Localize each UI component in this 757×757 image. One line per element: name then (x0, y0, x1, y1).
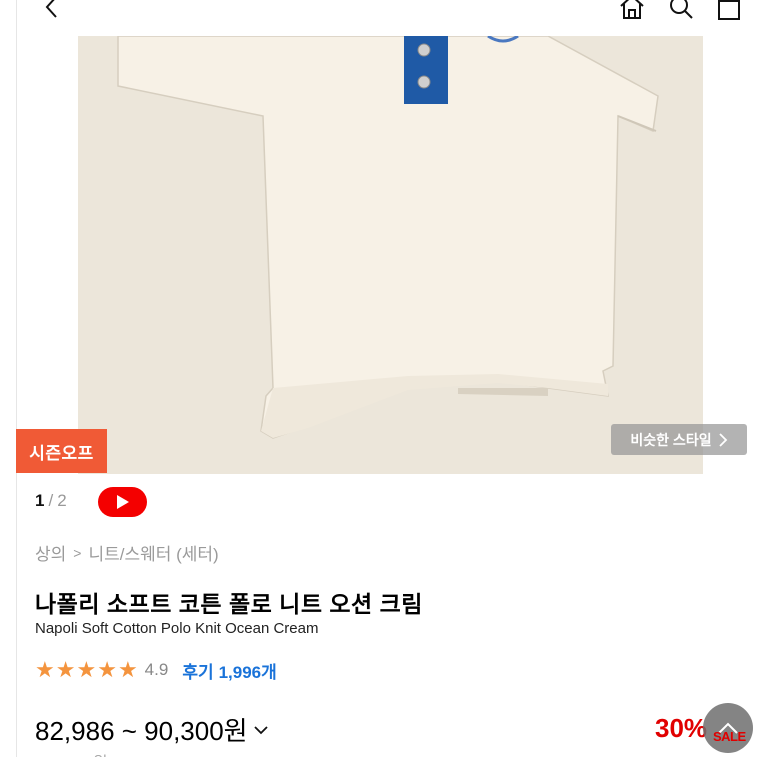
scroll-top-button[interactable]: SALE (703, 703, 753, 753)
similar-style-label: 비슷한 스타일 (630, 431, 712, 448)
image-counter: 1/2 (35, 491, 67, 511)
knit-polo-illustration (78, 36, 703, 474)
home-button[interactable] (617, 0, 647, 22)
star-icon: ★ (97, 657, 117, 682)
breadcrumb: 상의 > 니트/스웨터 (세터) (35, 540, 219, 565)
star-rating: ★ ★ ★ ★ ★ (35, 659, 138, 681)
rating-row: ★ ★ ★ ★ ★ 4.9 후기 1,996개 (35, 657, 277, 683)
chevron-right-icon (718, 432, 727, 447)
price-range-selector[interactable]: 82,986 ~ 90,300원 (35, 711, 269, 748)
search-button[interactable] (666, 0, 696, 22)
home-icon (620, 0, 644, 19)
similar-style-button[interactable]: 비슷한 스타일 (611, 424, 747, 455)
image-counter-separator: / (48, 491, 54, 510)
price-range: 82,986 ~ 90,300원 (35, 716, 248, 746)
product-title-english: Napoli Soft Cotton Polo Knit Ocean Cream (35, 620, 319, 637)
star-icon: ★ (117, 657, 138, 682)
image-counter-total: 2 (57, 491, 67, 510)
search-icon (670, 0, 693, 19)
review-label: 후기 (182, 662, 214, 682)
shopping-bag-icon (718, 0, 740, 20)
star-icon: ★ (55, 657, 76, 682)
top-navigation-bar (17, 0, 757, 36)
chevron-down-icon (253, 725, 268, 734)
season-off-badge: 시즌오프 (16, 429, 107, 473)
page-border (16, 0, 17, 757)
review-link[interactable]: 후기 1,996개 (182, 658, 276, 683)
discount-rate: 30% (655, 713, 708, 743)
product-title: 나폴리 소프트 코튼 폴로 니트 오션 크림 (35, 591, 423, 617)
star-icon: ★ (35, 657, 55, 682)
review-count: 1,996개 (218, 662, 277, 682)
rating-value: 4.9 (144, 660, 169, 679)
star-icon: ★ (76, 657, 97, 682)
image-counter-current: 1 (35, 491, 45, 510)
original-price: 129,000원 (35, 749, 108, 757)
breadcrumb-category[interactable]: 상의 (35, 540, 66, 565)
breadcrumb-subcategory[interactable]: 니트/스웨터 (세터) (88, 540, 218, 565)
breadcrumb-arrow: > (73, 544, 82, 561)
shopping-bag-button[interactable] (714, 0, 744, 22)
play-icon (116, 495, 129, 509)
back-button[interactable] (37, 0, 67, 22)
video-play-button[interactable] (98, 487, 147, 517)
sale-label: SALE (713, 729, 746, 744)
chevron-left-icon (45, 0, 57, 18)
product-image[interactable] (78, 36, 703, 474)
